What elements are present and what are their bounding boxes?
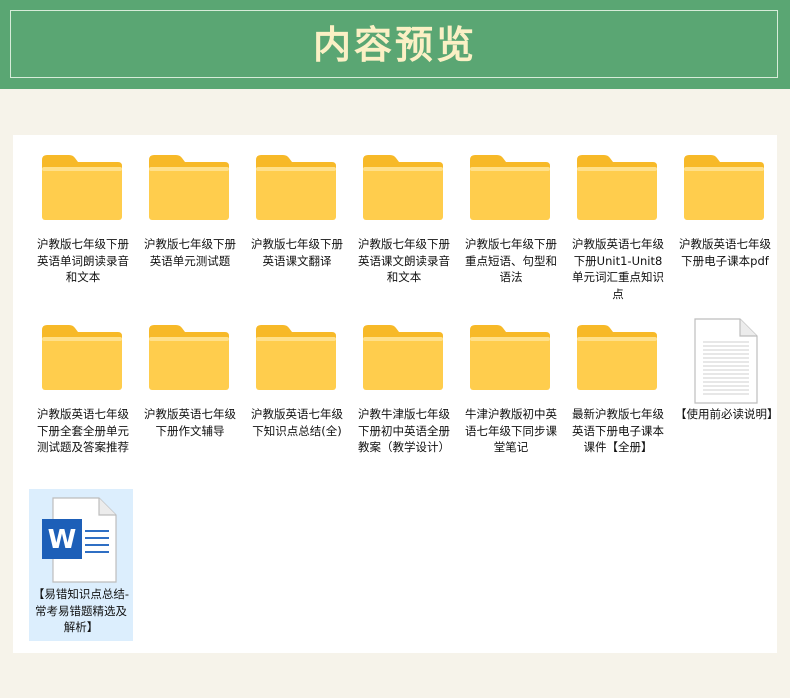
file-item-label: 沪教版七年级下册英语单元测试题 bbox=[144, 237, 236, 268]
file-item-label: 【使用前必读说明】 bbox=[675, 407, 779, 421]
folder-icon bbox=[459, 324, 563, 404]
folder-icon bbox=[245, 324, 349, 404]
folder-icon bbox=[138, 154, 242, 234]
file-item[interactable]: 牛津沪教版初中英语七年级下同步课堂笔记 bbox=[459, 305, 563, 473]
file-item[interactable]: 沪教版七年级下册重点短语、句型和语法 bbox=[459, 135, 563, 303]
file-item-label: 沪教牛津版七年级下册初中英语全册教案（教学设计） bbox=[358, 407, 450, 454]
file-item-label: 沪教版七年级下册英语课文朗读录音和文本 bbox=[358, 237, 450, 284]
page-title: 内容预览 bbox=[312, 22, 477, 67]
file-item-label: 牛津沪教版初中英语七年级下同步课堂笔记 bbox=[465, 407, 557, 454]
folder-icon bbox=[352, 154, 456, 234]
file-item[interactable]: 沪教版七年级下册英语课文翻译 bbox=[245, 135, 349, 303]
file-item[interactable]: 沪教牛津版七年级下册初中英语全册教案（教学设计） bbox=[352, 305, 456, 473]
file-item-label: 沪教版英语七年级下册作文辅导 bbox=[144, 407, 236, 438]
file-item[interactable]: W 【易错知识点总结-常考易错题精选及解析】 bbox=[29, 489, 133, 641]
folder-icon bbox=[566, 154, 670, 234]
file-item-label: 沪教版英语七年级下册电子课本pdf bbox=[679, 237, 771, 268]
file-item[interactable]: 沪教版英语七年级下册作文辅导 bbox=[138, 305, 242, 473]
folder-icon bbox=[566, 324, 670, 404]
file-item[interactable]: 沪教版英语七年级下册Unit1-Unit8单元词汇重点知识点 bbox=[566, 135, 670, 303]
file-item[interactable]: 沪教版七年级下册英语单词朗读录音和文本 bbox=[31, 135, 135, 303]
folder-icon bbox=[673, 154, 777, 234]
file-item[interactable]: 沪教版英语七年级下册电子课本pdf bbox=[673, 135, 777, 303]
text-document-icon bbox=[673, 318, 777, 404]
folder-icon bbox=[31, 324, 135, 404]
file-item[interactable]: 沪教版七年级下册英语课文朗读录音和文本 bbox=[352, 135, 456, 303]
file-item[interactable]: 沪教版七年级下册英语单元测试题 bbox=[138, 135, 242, 303]
file-grid-panel: 沪教版七年级下册英语单词朗读录音和文本 沪教版七年级下册英语单元测试题 沪教版七年级… bbox=[13, 135, 779, 653]
file-item[interactable]: 沪教版英语七年级下知识点总结(全) bbox=[245, 305, 349, 473]
word-document-icon: W bbox=[29, 497, 133, 583]
file-item-label: 沪教版七年级下册英语单词朗读录音和文本 bbox=[37, 237, 129, 284]
svg-text:W: W bbox=[48, 525, 77, 555]
file-item[interactable]: 沪教版英语七年级下册全套全册单元测试题及答案推荐 bbox=[31, 305, 135, 473]
file-item-label: 沪教版英语七年级下知识点总结(全) bbox=[251, 407, 343, 438]
file-item[interactable]: 【使用前必读说明】 bbox=[673, 305, 779, 473]
file-item[interactable]: 最新沪教版七年级英语下册电子课本课件【全册】 bbox=[566, 305, 670, 473]
folder-icon bbox=[138, 324, 242, 404]
file-item-label: 沪教版七年级下册英语课文翻译 bbox=[251, 237, 343, 268]
file-item-label: 沪教版英语七年级下册Unit1-Unit8单元词汇重点知识点 bbox=[572, 237, 664, 301]
file-item-label: 沪教版七年级下册重点短语、句型和语法 bbox=[465, 237, 557, 284]
folder-icon bbox=[31, 154, 135, 234]
folder-icon bbox=[352, 324, 456, 404]
folder-icon bbox=[245, 154, 349, 234]
file-item-label: 【易错知识点总结-常考易错题精选及解析】 bbox=[32, 587, 130, 634]
file-item-label: 沪教版英语七年级下册全套全册单元测试题及答案推荐 bbox=[37, 407, 129, 454]
folder-icon bbox=[459, 154, 563, 234]
file-item-label: 最新沪教版七年级英语下册电子课本课件【全册】 bbox=[572, 407, 664, 454]
